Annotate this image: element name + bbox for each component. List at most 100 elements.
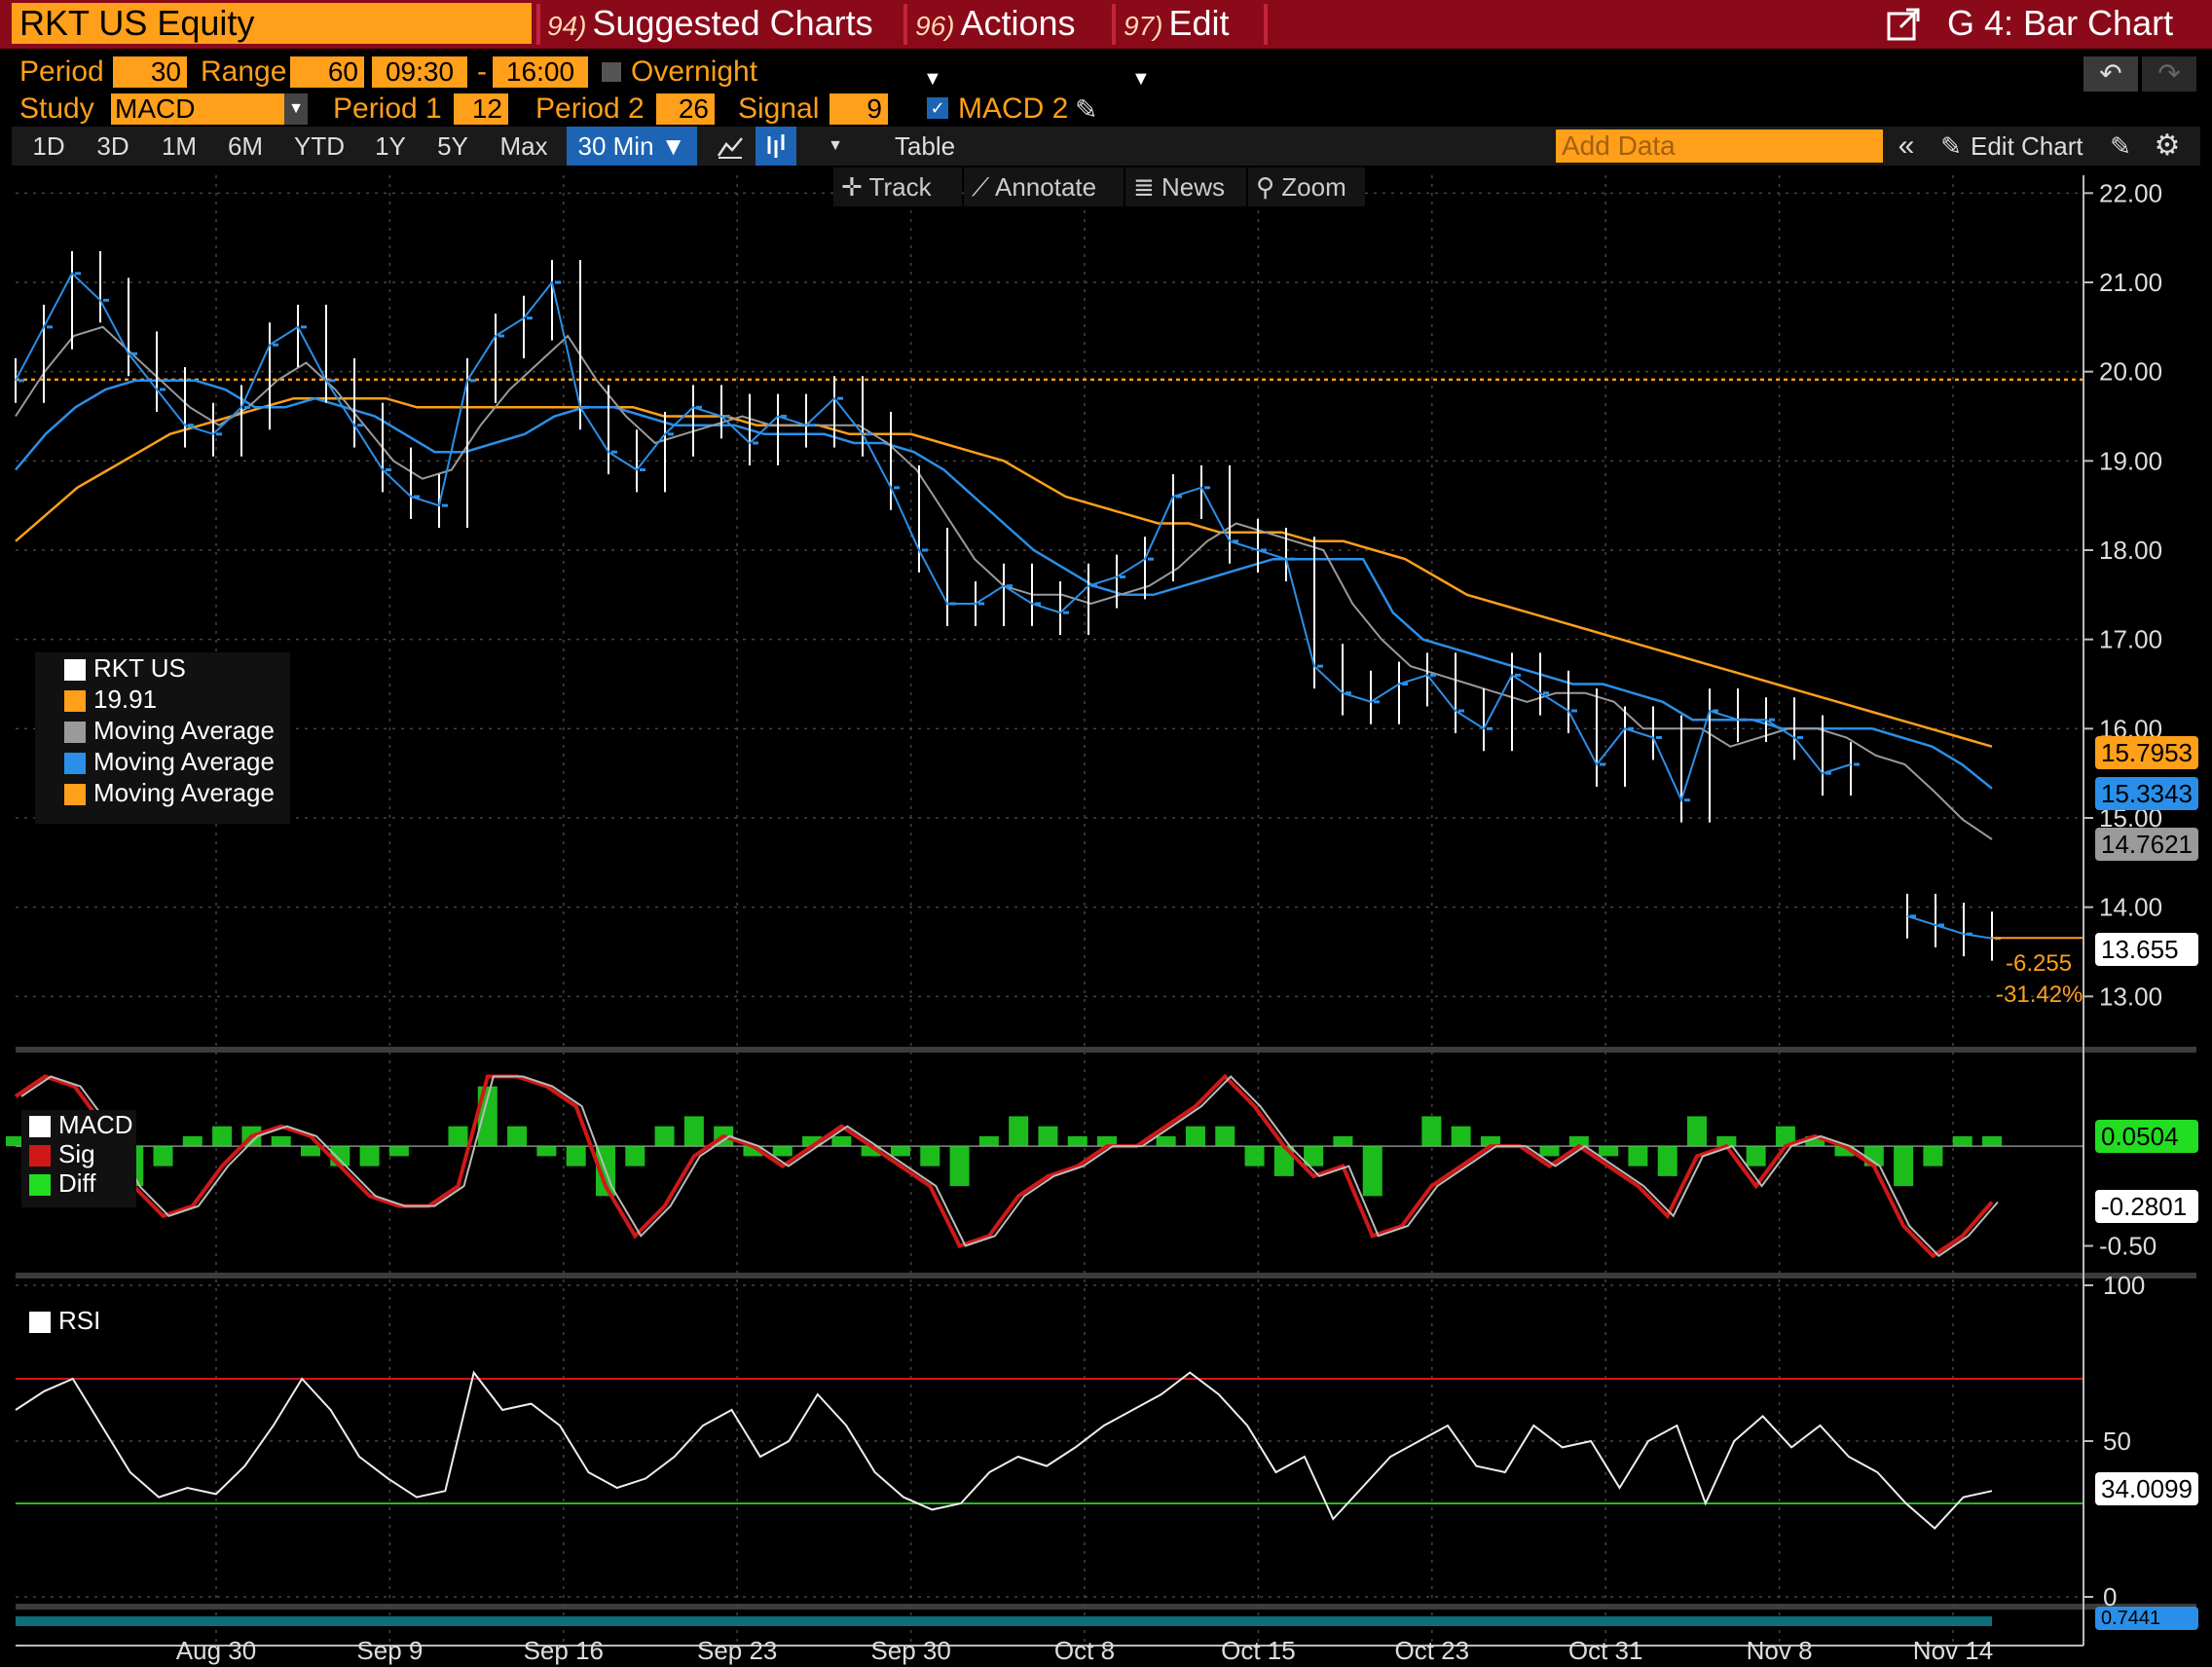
macd-diff-bar: [1244, 1146, 1265, 1167]
diff-tag: 0.0504: [2095, 1120, 2198, 1153]
legend-label: Sig: [58, 1139, 95, 1168]
legend-ticker[interactable]: RKT US: [35, 652, 290, 684]
time-tick-label: Nov 14: [1913, 1636, 1993, 1665]
end-time-field[interactable]: 16:00: [493, 56, 588, 88]
macd-diff-bar: [831, 1135, 852, 1147]
zoom-label: Zoom: [1281, 172, 1346, 202]
news-tool[interactable]: ≣ News: [1125, 167, 1246, 206]
time-tick-label: Oct 23: [1395, 1636, 1470, 1665]
macd-signal-line: [14, 1073, 1994, 1259]
macd-diff-bar: [1009, 1116, 1029, 1147]
legend-diff[interactable]: Diff: [21, 1168, 136, 1198]
legend-swatch: [29, 1116, 51, 1138]
macd-diff-bar: [683, 1116, 704, 1147]
rsi-panel[interactable]: [15, 1370, 2083, 1626]
legend-ma-gray[interactable]: Moving Average: [35, 715, 290, 746]
chevron-down-icon: ▼: [1131, 68, 1151, 90]
legend-label: Moving Average: [93, 716, 275, 745]
redo-icon[interactable]: ↷: [2142, 56, 2196, 92]
period2-label: Period 2: [535, 93, 645, 125]
macd-legend: MACD Sig Diff: [21, 1110, 136, 1207]
rsi-tag: 34.0099: [2095, 1472, 2198, 1505]
menu-label: Suggested Charts: [592, 3, 873, 43]
panel-divider: [16, 1604, 2196, 1610]
track-tool[interactable]: ✛ Track: [833, 167, 962, 206]
range-label: Range: [201, 56, 287, 88]
macd-tick-label: -0.50: [2099, 1232, 2157, 1261]
macd-diff-bar: [507, 1126, 528, 1147]
price-tick-label: 19.00: [2099, 446, 2162, 475]
signal-label: Signal: [738, 93, 820, 125]
macd2-checkbox[interactable]: ✓: [927, 97, 948, 119]
legend-label: MACD: [58, 1110, 133, 1139]
macd-diff-bar: [920, 1146, 940, 1167]
zoom-tool[interactable]: ⚲ Zoom: [1248, 167, 1365, 206]
rsi-legend[interactable]: RSI: [29, 1305, 117, 1338]
suggested-charts-menu[interactable]: 94)Suggested Charts ▼: [547, 0, 898, 90]
macd-diff-bar: [949, 1146, 970, 1187]
menu-number: 96): [915, 11, 955, 41]
bottom-tag: 0.7441: [2095, 1607, 2198, 1630]
legend-swatch: [29, 1145, 51, 1167]
actions-menu[interactable]: 96) Actions ▼: [915, 0, 1110, 90]
price-panel[interactable]: [15, 250, 2083, 961]
annotate-icon: ⟋: [972, 172, 995, 202]
ticker-field[interactable]: RKT US Equity: [12, 3, 532, 44]
legend-ma-blue[interactable]: Moving Average: [35, 746, 290, 777]
macd-diff-bar: [1539, 1146, 1560, 1157]
undo-icon[interactable]: ↶: [2083, 56, 2138, 92]
signal-field[interactable]: 9: [830, 93, 888, 125]
rsi-tick-label: 100: [2103, 1271, 2145, 1300]
menu-number: 97): [1124, 11, 1163, 41]
macd-panel[interactable]: [6, 1073, 2083, 1259]
pencil-icon[interactable]: ✎: [1075, 93, 1097, 126]
edit-menu[interactable]: 97) Edit ▼: [1124, 0, 1260, 90]
price-tick-label: 17.00: [2099, 625, 2162, 654]
period-field[interactable]: 30: [113, 56, 187, 88]
chart-canvas[interactable]: 22.0021.0020.0019.0018.0017.0016.0015.00…: [0, 156, 2212, 1667]
macd-diff-bar: [1185, 1126, 1205, 1147]
study-select[interactable]: MACD: [111, 93, 284, 125]
overnight-label: Overnight: [631, 56, 758, 88]
macd-diff-bar: [1067, 1135, 1088, 1147]
price-legend: RKT US 19.91 Moving Average Moving Avera…: [35, 652, 290, 824]
menu-divider: [1112, 4, 1116, 45]
macd-diff-bar: [1421, 1116, 1442, 1147]
export-icon[interactable]: [1885, 0, 1934, 49]
macd-diff-bar: [359, 1146, 380, 1167]
menu-label: Edit: [1168, 3, 1230, 43]
legend-swatch: [64, 722, 86, 744]
legend-sig[interactable]: Sig: [21, 1139, 136, 1168]
search-icon: ⚲: [1256, 172, 1282, 202]
last-price-tag: 13.655: [2095, 933, 2198, 966]
macd-diff-bar: [772, 1146, 793, 1157]
time-dash: -: [477, 56, 487, 88]
legend-last[interactable]: 19.91: [35, 684, 290, 715]
macd-diff-bar: [1333, 1135, 1353, 1147]
panel-divider: [16, 1047, 2196, 1053]
macd-diff-bar: [625, 1146, 645, 1167]
menu-divider: [1264, 4, 1268, 45]
range-field[interactable]: 60: [290, 56, 364, 88]
legend-macd[interactable]: MACD: [21, 1110, 136, 1139]
news-icon: ≣: [1133, 172, 1162, 202]
period2-field[interactable]: 26: [656, 93, 715, 125]
chevron-down-icon[interactable]: ▼: [284, 93, 308, 125]
news-label: News: [1161, 172, 1226, 202]
time-tick-label: Aug 30: [176, 1636, 256, 1665]
time-tick-label: Sep 30: [870, 1636, 950, 1665]
legend-swatch: [64, 753, 86, 775]
period1-field[interactable]: 12: [454, 93, 508, 125]
rsi-tick-label: 50: [2103, 1426, 2131, 1456]
rsi-line: [15, 1370, 1993, 1530]
menu-number: 94): [547, 11, 587, 41]
annotate-tool[interactable]: ⟋ Annotate: [964, 167, 1124, 206]
time-tick-label: Oct 8: [1054, 1636, 1115, 1665]
macd-diff-bar: [271, 1135, 291, 1147]
legend-swatch: [64, 784, 86, 806]
price-tick-label: 18.00: [2099, 536, 2162, 565]
legend-ma-orange[interactable]: Moving Average: [35, 777, 290, 808]
chevron-down-icon: ▼: [923, 68, 942, 90]
start-time-field[interactable]: 09:30: [372, 56, 467, 88]
overnight-checkbox[interactable]: [602, 62, 621, 82]
